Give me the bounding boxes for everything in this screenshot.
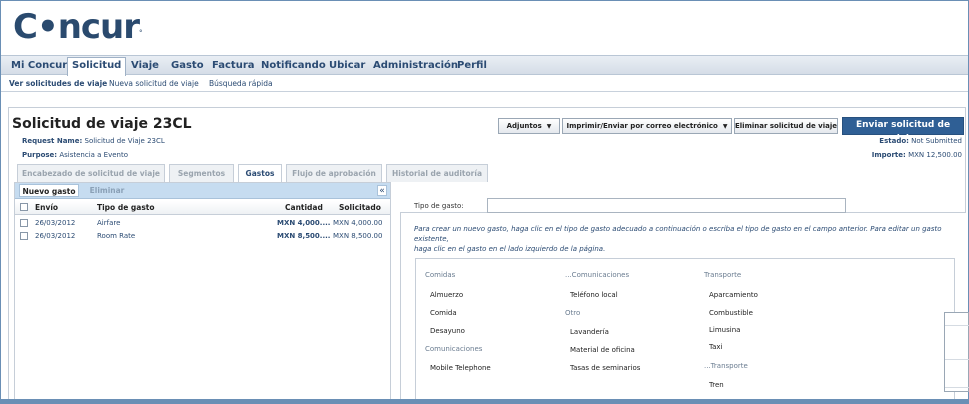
expense-list-pane: Nuevo gasto Eliminar « Envío Tipo de gas… bbox=[14, 182, 391, 403]
table-row[interactable]: 26/03/2012 Room Rate MXN 8,500.... MXN 8… bbox=[15, 230, 390, 243]
row-amount: MXN 8,500.... bbox=[277, 232, 331, 240]
tab-segmentos[interactable]: Segmentos bbox=[169, 164, 234, 182]
expense-toolbar: Nuevo gasto Eliminar « bbox=[15, 183, 390, 199]
category-transporte-cont: ...Transporte bbox=[704, 362, 748, 370]
purpose-label: Purpose: bbox=[22, 151, 58, 159]
expense-type-aparcamiento[interactable]: Aparcamiento bbox=[709, 291, 758, 299]
divider bbox=[945, 387, 969, 388]
col-envio[interactable]: Envío bbox=[35, 203, 58, 212]
attachments-label: Adjuntos bbox=[506, 122, 542, 130]
logo-letter: C bbox=[13, 7, 38, 47]
category-comunicaciones: Comunicaciones bbox=[425, 345, 483, 353]
collapse-panel-icon[interactable]: « bbox=[377, 185, 387, 196]
delete-request-button[interactable]: Eliminar solicitud de viaje bbox=[734, 118, 838, 134]
submit-request-button[interactable]: Enviar solicitud de viaje bbox=[842, 117, 964, 144]
row-type: Room Rate bbox=[97, 232, 136, 240]
main-nav: Mi Concur Solicitud Viaje Gasto Factura … bbox=[1, 55, 968, 76]
col-solicitado[interactable]: Solicitado bbox=[339, 203, 381, 212]
help-line-2: haga clic en el gasto en el lado izquier… bbox=[414, 245, 606, 253]
help-line-1: Para crear un nuevo gasto, haga clic en … bbox=[414, 225, 942, 243]
divider bbox=[945, 325, 969, 326]
subnav-nueva-solicitud[interactable]: Nueva solicitud de viaje bbox=[109, 79, 199, 88]
expense-type-material-oficina[interactable]: Material de oficina bbox=[570, 346, 635, 354]
expense-type-input[interactable] bbox=[487, 198, 846, 213]
expense-type-lavanderia[interactable]: Lavandería bbox=[570, 328, 609, 336]
tab-historial-auditoria[interactable]: Historial de auditoría bbox=[386, 164, 488, 182]
nav-administracion[interactable]: Administración bbox=[369, 58, 462, 75]
expense-type-taxi[interactable]: Taxi bbox=[709, 343, 723, 351]
amount-label: Importe: bbox=[871, 151, 906, 159]
category-comidas: Comidas bbox=[425, 271, 456, 279]
category-comunicaciones-cont: ...Comunicaciones bbox=[565, 271, 630, 279]
print-email-label: Imprimir/Enviar por correo electrónico bbox=[566, 122, 718, 130]
expense-categories: Comidas Almuerzo Comida Desayuno Comunic… bbox=[415, 258, 955, 403]
logo-mark: ° bbox=[139, 29, 142, 37]
expense-type-label: Tipo de gasto: bbox=[414, 202, 464, 210]
attachments-button[interactable]: Adjuntos ▼ bbox=[498, 118, 560, 134]
expense-type-limusina[interactable]: Limusina bbox=[709, 326, 740, 334]
category-transporte: Transporte bbox=[704, 271, 742, 279]
col-tipo-gasto[interactable]: Tipo de gasto bbox=[97, 203, 155, 212]
status-label: Estado: bbox=[879, 137, 909, 145]
expense-table-header: Envío Tipo de gasto Cantidad Solicitado bbox=[15, 201, 390, 215]
tab-gastos[interactable]: Gastos bbox=[238, 164, 282, 183]
nav-ubicar[interactable]: Ubicar bbox=[325, 58, 369, 75]
row-requested: MXN 4,000.00 bbox=[333, 219, 383, 227]
print-email-button[interactable]: Imprimir/Enviar por correo electrónico ▼ bbox=[562, 118, 732, 134]
nav-viaje[interactable]: Viaje bbox=[127, 58, 163, 75]
expense-type-tren[interactable]: Tren bbox=[709, 381, 724, 389]
subnav-ver-solicitudes[interactable]: Ver solicitudes de viaje bbox=[9, 79, 107, 88]
logo-dot: • bbox=[36, 7, 59, 47]
purpose-value: Asistencia a Evento bbox=[59, 151, 129, 159]
header-bar: C•ncur° bbox=[1, 1, 968, 53]
new-expense-button[interactable]: Nuevo gasto bbox=[19, 184, 79, 197]
divider bbox=[945, 359, 969, 360]
amount-value: MXN 12,500.00 bbox=[908, 151, 962, 159]
request-purpose: Purpose: Asistencia a Evento bbox=[22, 151, 128, 159]
expense-type-telefono-local[interactable]: Teléfono local bbox=[570, 291, 618, 299]
row-requested: MXN 8,500.00 bbox=[333, 232, 383, 240]
nav-solicitud[interactable]: Solicitud bbox=[67, 57, 127, 76]
row-type: Airfare bbox=[97, 219, 121, 227]
expense-type-tasas-seminarios[interactable]: Tasas de seminarios bbox=[570, 364, 640, 372]
request-name-value: Solicitud de Viaje 23CL bbox=[84, 137, 165, 145]
window-bottom-edge bbox=[0, 399, 969, 404]
status-line: Estado: Not Submitted bbox=[780, 137, 962, 145]
row-checkbox[interactable] bbox=[20, 219, 28, 227]
concur-logo[interactable]: C•ncur° bbox=[13, 7, 142, 47]
request-name: Request Name: Solicitud de Viaje 23CL bbox=[22, 137, 165, 145]
tab-encabezado[interactable]: Encabezado de solicitud de viaje bbox=[17, 164, 165, 182]
tab-flujo-aprobacion[interactable]: Flujo de aprobación bbox=[286, 164, 382, 182]
category-otro: Otro bbox=[565, 309, 581, 317]
nav-gasto[interactable]: Gasto bbox=[167, 58, 208, 75]
nav-notificando[interactable]: Notificando bbox=[257, 58, 330, 75]
subnav-busqueda-rapida[interactable]: Búsqueda rápida bbox=[209, 79, 273, 88]
row-amount: MXN 4,000.... bbox=[277, 219, 331, 227]
expense-type-desayuno[interactable]: Desayuno bbox=[430, 327, 465, 335]
row-date: 26/03/2012 bbox=[35, 232, 76, 240]
overlay-popup[interactable] bbox=[944, 312, 969, 392]
select-all-checkbox[interactable] bbox=[20, 203, 28, 211]
status-value: Not Submitted bbox=[911, 137, 962, 145]
chevron-down-icon: ▼ bbox=[722, 123, 728, 130]
sub-nav: Ver solicitudes de viaje Nueva solicitud… bbox=[1, 76, 968, 92]
logo-text: ncur bbox=[57, 7, 140, 47]
row-date: 26/03/2012 bbox=[35, 219, 76, 227]
col-cantidad[interactable]: Cantidad bbox=[285, 203, 323, 212]
expense-type-comida[interactable]: Comida bbox=[430, 309, 457, 317]
row-checkbox[interactable] bbox=[20, 232, 28, 240]
delete-expense-button[interactable]: Eliminar bbox=[85, 184, 129, 197]
amount-line: Importe: MXN 12,500.00 bbox=[780, 151, 962, 159]
chevron-down-icon: ▼ bbox=[546, 123, 552, 130]
table-row[interactable]: 26/03/2012 Airfare MXN 4,000.... MXN 4,0… bbox=[15, 217, 390, 230]
page-title: Solicitud de viaje 23CL bbox=[12, 116, 192, 132]
nav-perfil[interactable]: Perfil bbox=[453, 58, 491, 75]
help-text: Para crear un nuevo gasto, haga clic en … bbox=[414, 224, 962, 254]
expense-type-combustible[interactable]: Combustible bbox=[709, 309, 753, 317]
expense-type-almuerzo[interactable]: Almuerzo bbox=[430, 291, 463, 299]
nav-factura[interactable]: Factura bbox=[208, 58, 259, 75]
expense-type-mobile-telephone[interactable]: Mobile Telephone bbox=[430, 364, 491, 372]
request-name-label: Request Name: bbox=[22, 137, 83, 145]
nav-mi-concur[interactable]: Mi Concur bbox=[7, 58, 71, 75]
